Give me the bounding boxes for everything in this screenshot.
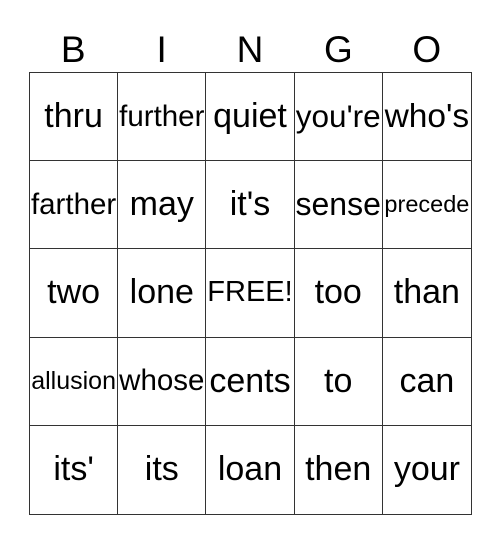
- cell-word: to: [324, 361, 353, 400]
- bingo-cell[interactable]: then: [295, 425, 383, 514]
- bingo-cell[interactable]: who's: [382, 73, 471, 162]
- bingo-cell[interactable]: whose: [118, 337, 207, 426]
- bingo-cell[interactable]: than: [382, 249, 471, 338]
- cell-word: than: [393, 273, 460, 312]
- cell-word: sense: [295, 186, 381, 223]
- bingo-cell[interactable]: its': [30, 425, 119, 514]
- cell-word: loan: [217, 450, 283, 489]
- bingo-cell[interactable]: loan: [206, 425, 295, 514]
- bingo-cell[interactable]: further: [118, 73, 207, 162]
- cell-word: FREE!: [207, 276, 293, 309]
- bingo-grid: thru further quiet you're who's farther may it'…: [29, 72, 472, 515]
- cell-word: its: [144, 450, 179, 489]
- bingo-cell[interactable]: FREE!: [206, 249, 295, 338]
- bingo-cell[interactable]: cents: [206, 337, 295, 426]
- cell-word: allusion: [31, 366, 116, 395]
- header-letter-b: B: [60, 29, 86, 70]
- cell-word: precede: [384, 191, 470, 218]
- cell-word: then: [305, 450, 372, 489]
- cell-word: may: [129, 185, 194, 224]
- bingo-cell[interactable]: allusion: [30, 337, 119, 426]
- cell-word: who's: [384, 97, 470, 135]
- cell-word: quiet: [213, 97, 287, 136]
- cell-word: thru: [44, 97, 103, 136]
- cell-word: cents: [209, 361, 291, 400]
- header-letter-n: N: [236, 29, 264, 70]
- cell-word: you're: [295, 98, 381, 135]
- bingo-cell[interactable]: thru: [30, 73, 119, 162]
- header-letter-i: I: [156, 29, 167, 70]
- bingo-cell[interactable]: precede: [382, 161, 471, 250]
- cell-word: its': [53, 450, 94, 489]
- bingo-cell[interactable]: may: [118, 161, 207, 250]
- bingo-cell[interactable]: too: [294, 249, 383, 338]
- bingo-cell[interactable]: can: [382, 338, 471, 426]
- cell-word: farther: [30, 187, 117, 221]
- bingo-cell[interactable]: your: [383, 426, 471, 514]
- header-letter-o: O: [412, 29, 442, 70]
- bingo-cell[interactable]: it's: [206, 161, 295, 250]
- cell-word: whose: [119, 364, 205, 398]
- cell-word: two: [47, 273, 101, 312]
- cell-word: further: [119, 99, 205, 133]
- cell-word: too: [314, 273, 362, 312]
- bingo-cell[interactable]: two: [30, 249, 119, 338]
- bingo-cell[interactable]: farther: [30, 161, 119, 250]
- bingo-cell[interactable]: lone: [118, 249, 207, 338]
- bingo-cell[interactable]: quiet: [206, 73, 295, 162]
- bingo-cell[interactable]: to: [294, 337, 383, 426]
- bingo-cell[interactable]: its: [118, 425, 207, 514]
- bingo-cell[interactable]: you're: [294, 73, 383, 162]
- cell-word: can: [399, 361, 455, 400]
- bingo-cell[interactable]: sense: [294, 161, 383, 250]
- cell-word: lone: [129, 273, 194, 312]
- cell-word: it's: [229, 185, 271, 224]
- bingo-header: B I N G O: [29, 28, 471, 72]
- header-letter-g: G: [323, 29, 353, 70]
- cell-word: your: [393, 450, 460, 489]
